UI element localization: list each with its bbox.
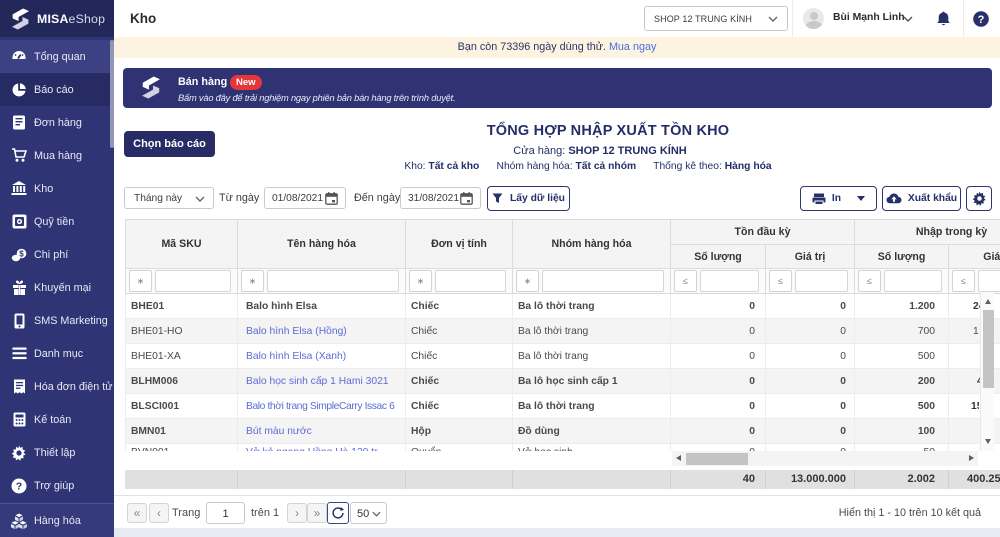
svg-text:?: ?	[16, 480, 22, 492]
svg-text:?: ?	[978, 14, 985, 26]
svg-text:$: $	[19, 250, 24, 259]
